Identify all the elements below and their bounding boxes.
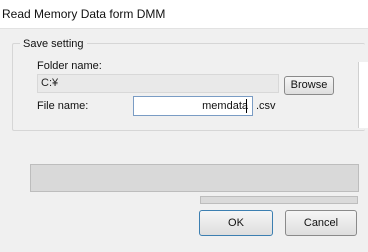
save-setting-legend: Save setting — [20, 38, 87, 50]
file-extension-label: .csv — [256, 100, 276, 112]
text-caret — [246, 99, 247, 113]
cancel-button[interactable]: Cancel — [285, 210, 357, 236]
folder-name-field: C:¥ — [37, 74, 279, 93]
folder-name-label: Folder name: — [37, 60, 102, 72]
right-edge-strip — [358, 62, 368, 128]
overall-progress-bar — [30, 164, 359, 192]
title-bar[interactable]: Read Memory Data form DMM — [0, 0, 368, 29]
browse-button[interactable]: Browse — [284, 76, 334, 95]
file-name-input[interactable] — [133, 96, 253, 116]
read-memory-dialog: Read Memory Data form DMM Save setting F… — [0, 0, 368, 252]
file-name-label: File name: — [37, 100, 89, 112]
sub-progress-bar — [200, 196, 358, 204]
ok-button[interactable]: OK — [199, 210, 273, 236]
window-title: Read Memory Data form DMM — [2, 7, 166, 21]
